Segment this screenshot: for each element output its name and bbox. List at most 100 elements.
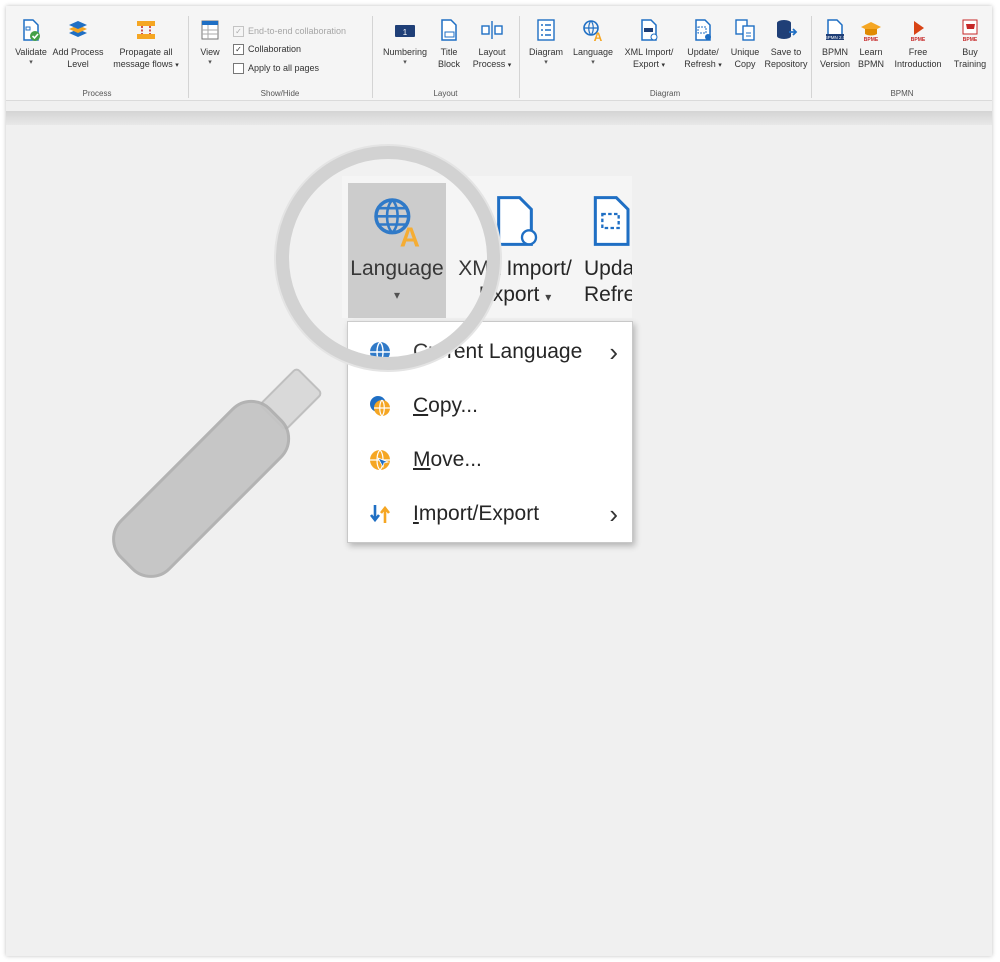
- save-label-1: Save to: [770, 47, 802, 57]
- cart-icon: BPME: [962, 19, 978, 42]
- layers-icon: [69, 21, 87, 37]
- group-label-bpmn: BPMN: [890, 89, 914, 98]
- propagate-label-1: Propagate all: [119, 47, 173, 57]
- xml-label-2: Export: [632, 59, 659, 69]
- svg-text:BPME: BPME: [963, 37, 978, 42]
- zoom-refresh-icon: [593, 196, 630, 246]
- diagram-caret: ▾: [544, 59, 548, 66]
- menu-item-copy[interactable]: Copy...: [348, 380, 632, 432]
- buy-training-button[interactable]: BPME Buy Training: [950, 18, 990, 70]
- group-show-hide: View ▾ ✓ End-to-end collaboration ✓ Collab…: [189, 6, 371, 100]
- add-process-label-2: Level: [67, 59, 89, 69]
- zoom-update-label-1: Update/: [584, 257, 632, 280]
- free-label-2: Introduction: [894, 59, 942, 69]
- propagate-message-flows-button[interactable]: Propagate all message flows ▾: [108, 18, 184, 72]
- validate-label: Validate: [15, 47, 47, 57]
- apply-all-pages-label: Apply to all pages: [248, 63, 320, 73]
- bpmn-version-button[interactable]: BPMN 2.0 BPMN Version: [816, 18, 854, 70]
- title-block-button[interactable]: Title Block: [435, 18, 463, 70]
- collaboration-checkbox-box: ✓: [233, 44, 244, 56]
- svg-text:BPME: BPME: [864, 37, 879, 42]
- validate-caret: ▾: [29, 59, 33, 66]
- free-introduction-button[interactable]: BPME Free Introduction: [888, 18, 948, 70]
- apply-all-pages-checkbox[interactable]: Apply to all pages: [233, 61, 319, 75]
- zoom-xml-icon: [497, 196, 538, 246]
- diagram-label: Diagram: [528, 47, 563, 57]
- end-to-end-checkbox-box: ✓: [233, 26, 244, 38]
- accelerator-key: I: [413, 502, 419, 525]
- menu-item-label: Import/Export: [413, 502, 540, 525]
- menu-item-label: Move...: [413, 448, 482, 471]
- play-icon: BPME: [911, 21, 926, 42]
- menu-item-label: Current Language: [413, 340, 583, 363]
- numbering-icon: 1: [395, 25, 415, 37]
- svg-text:A: A: [594, 30, 603, 42]
- group-diagram: Diagram ▾ A Language ▾ XML Import/ Expor…: [520, 6, 810, 100]
- zoom-update-refresh-button[interactable]: Update/ Refresh: [584, 183, 632, 318]
- bpmn-version-icon: BPMN 2.0: [825, 19, 846, 40]
- accelerator-key: M: [413, 448, 431, 471]
- zoom-xml-import-export-button[interactable]: XML Import/ Export ▾: [448, 183, 582, 318]
- svg-text:BPME: BPME: [911, 37, 926, 42]
- add-process-level-button[interactable]: Add Process Level: [50, 18, 106, 70]
- layout-process-label-2: Process: [472, 59, 506, 69]
- group-bpmn: BPMN 2.0 BPMN Version BPME Learn BPMN BP…: [812, 6, 992, 100]
- validate-button[interactable]: Validate ▾: [10, 18, 52, 67]
- accelerator-key: C: [413, 394, 429, 417]
- unique-label-1: Unique: [730, 47, 760, 57]
- collaboration-label: Collaboration: [248, 44, 302, 54]
- group-label-process: Process: [82, 89, 112, 98]
- group-process: Validate ▾ Add Process Level Propagate a…: [6, 6, 188, 100]
- title-block-label-1: Title: [440, 47, 458, 57]
- graduation-cap-icon: BPME: [861, 22, 881, 42]
- layout-process-label-1: Layout: [478, 47, 506, 57]
- globe-move-icon: [370, 449, 390, 471]
- bpmn-version-label-2: Version: [819, 59, 851, 69]
- menu-item-move[interactable]: Move...: [348, 434, 632, 486]
- diagram-button[interactable]: Diagram ▾: [524, 18, 568, 67]
- language-label: Language: [572, 47, 614, 57]
- language-dropdown-menu: Current Language › Copy... Move... Impor…: [347, 321, 633, 543]
- numbering-label: Numbering: [382, 47, 428, 57]
- unique-label-2: Copy: [734, 59, 756, 69]
- update-label-1: Update/: [687, 47, 719, 57]
- unique-copy-button[interactable]: Unique Copy: [726, 18, 764, 70]
- end-to-end-checkbox[interactable]: ✓ End-to-end collaboration: [233, 24, 346, 38]
- xml-icon: [641, 19, 658, 41]
- collaboration-checkbox[interactable]: ✓ Collaboration: [233, 42, 301, 56]
- layout-process-button[interactable]: Layout Process ▾: [467, 18, 517, 72]
- zoom-update-label-2: Refresh: [584, 283, 632, 306]
- learn-bpmn-button[interactable]: BPME Learn BPMN: [854, 18, 888, 70]
- zoom-language-button[interactable]: A Language ▾: [348, 183, 446, 318]
- numbering-caret: ▾: [403, 59, 407, 66]
- group-label-layout: Layout: [433, 89, 458, 98]
- xml-import-export-button[interactable]: XML Import/ Export ▾: [618, 18, 680, 72]
- menu-item-current-language[interactable]: Current Language ›: [348, 326, 632, 378]
- title-block-icon: [441, 19, 457, 41]
- view-caret: ▾: [208, 59, 212, 66]
- menu-item-import-export[interactable]: Import/Export ›: [348, 488, 632, 540]
- svg-text:A: A: [400, 222, 420, 249]
- update-refresh-button[interactable]: Update/ Refresh ▾: [680, 18, 726, 72]
- buy-label-2: Training: [953, 59, 987, 69]
- zoomed-ribbon: A Language ▾ XML Import/ Export ▾ Update…: [342, 176, 632, 318]
- language-caret: ▾: [591, 59, 595, 66]
- xml-label-1: XML Import/: [624, 47, 674, 57]
- language-button[interactable]: A Language ▾: [570, 18, 616, 67]
- zoom-xml-caret: ▾: [545, 290, 552, 304]
- group-layout: 1 Numbering ▾ Title Block Layout Process…: [373, 6, 518, 100]
- zoom-xml-label-2: Export: [478, 283, 540, 306]
- refresh-icon: [695, 19, 711, 41]
- layout-process-caret: ▾: [507, 62, 512, 69]
- zoom-language-label: Language: [350, 257, 444, 280]
- repository-icon: [777, 20, 798, 39]
- group-label-diagram: Diagram: [649, 89, 681, 98]
- save-to-repository-button[interactable]: Save to Repository: [762, 18, 810, 70]
- view-button[interactable]: View ▾: [195, 18, 225, 67]
- zoom-language-icon: A: [374, 198, 420, 253]
- end-to-end-label: End-to-end collaboration: [248, 26, 347, 36]
- group-label-show-hide: Show/Hide: [260, 89, 300, 98]
- language-icon: A: [583, 20, 603, 42]
- view-icon: [201, 20, 219, 40]
- numbering-button[interactable]: 1 Numbering ▾: [377, 18, 433, 67]
